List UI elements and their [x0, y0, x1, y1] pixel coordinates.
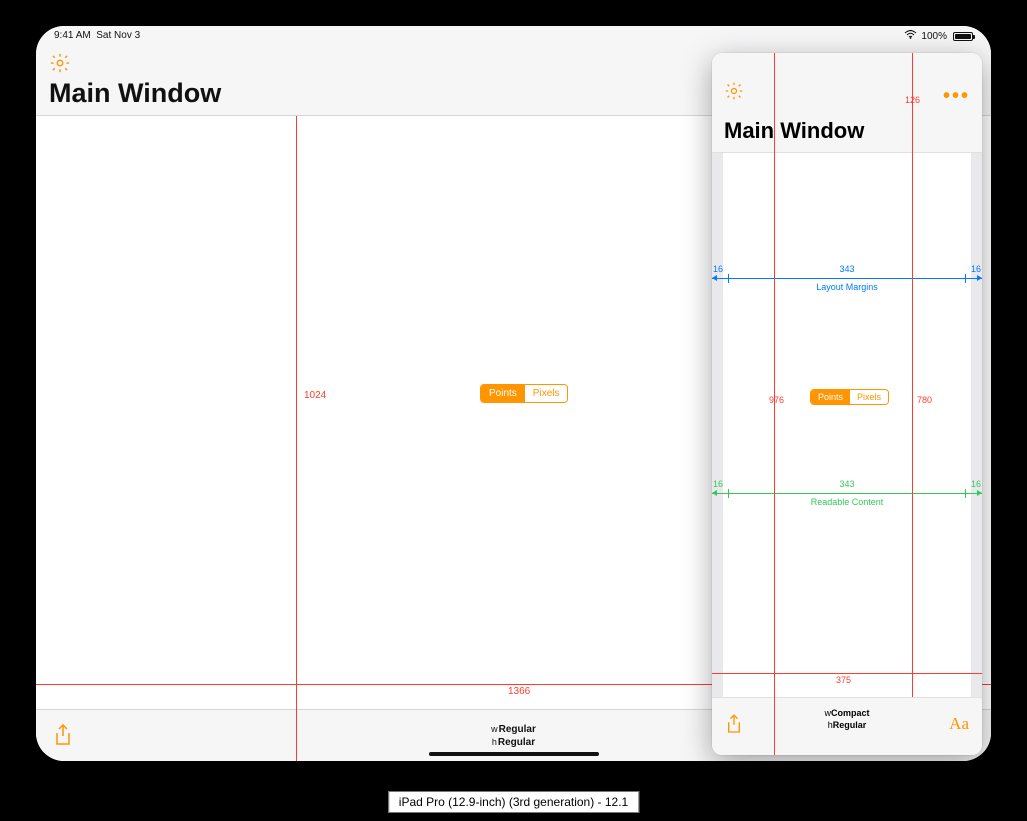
unit-points-option[interactable]: Points: [481, 385, 525, 402]
layout-margins-guide: 16 16 343 Layout Margins: [712, 278, 982, 290]
vertical-dimension-guide: [296, 26, 297, 761]
so-safe-height-label: 780: [917, 395, 932, 405]
status-time: 9:41 AM: [54, 30, 91, 41]
so-height-label: 976: [769, 395, 784, 405]
simulator-caption: iPad Pro (12.9-inch) (3rd generation) - …: [388, 791, 639, 813]
width-label: 1366: [508, 686, 530, 697]
slideover-panel[interactable]: ••• Main Window 126 976 780 70 375 16: [712, 53, 982, 755]
safe-area-gutter-left: [712, 153, 723, 697]
safe-area-gutter-right: [971, 153, 982, 697]
wifi-icon: [904, 30, 917, 42]
status-bar: 9:41 AM Sat Nov 3 100%: [36, 30, 991, 42]
so-vertical-guide-2: [912, 53, 913, 697]
text-size-icon[interactable]: Aa: [949, 714, 969, 734]
unit-points-option[interactable]: Points: [811, 390, 850, 404]
slideover-nav-header: ••• Main Window: [712, 53, 982, 153]
settings-gear-icon[interactable]: [49, 52, 71, 79]
home-indicator: [429, 752, 599, 756]
battery-icon: [953, 32, 973, 41]
status-date: Sat Nov 3: [96, 30, 140, 41]
so-vertical-guide-1: [774, 53, 775, 755]
so-horizontal-guide: [712, 673, 982, 674]
settings-gear-icon[interactable]: [724, 81, 744, 106]
unit-toggle[interactable]: Points Pixels: [810, 389, 889, 405]
unit-toggle[interactable]: Points Pixels: [480, 384, 568, 403]
ipad-device-frame: 9:41 AM Sat Nov 3 100% Main Window 1024 …: [16, 6, 1011, 781]
size-class-label: wCompact hRegular: [712, 708, 982, 731]
main-window-title: Main Window: [49, 78, 221, 109]
unit-pixels-option[interactable]: Pixels: [525, 385, 568, 402]
so-width-label: 375: [836, 675, 851, 685]
share-icon[interactable]: [54, 724, 72, 749]
slideover-content: [712, 153, 982, 697]
ipad-screen: 9:41 AM Sat Nov 3 100% Main Window 1024 …: [36, 26, 991, 761]
more-icon[interactable]: •••: [943, 85, 970, 108]
status-battery-pct: 100%: [921, 31, 947, 42]
size-class-label: wRegular hRegular: [491, 723, 536, 749]
slideover-toolbar: wCompact hRegular Aa: [712, 697, 982, 755]
readable-content-guide: 16 16 343 Readable Content: [712, 493, 982, 505]
slideover-title: Main Window: [724, 118, 864, 144]
unit-pixels-option[interactable]: Pixels: [850, 390, 888, 404]
height-label: 1024: [304, 390, 326, 401]
